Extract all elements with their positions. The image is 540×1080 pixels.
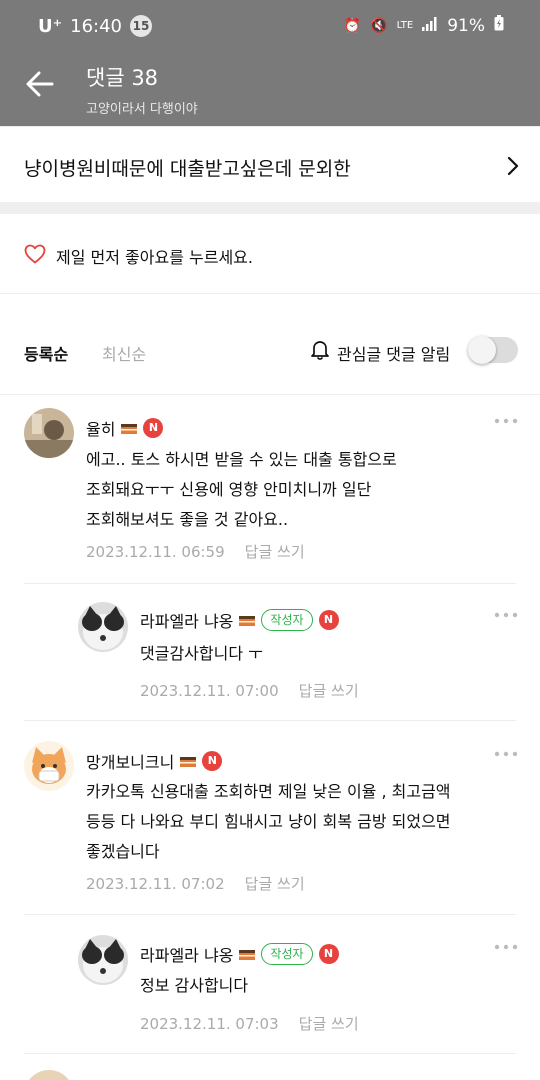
reply-button[interactable]: 답글 쓰기 [299, 1015, 359, 1033]
network-type: LTE [396, 20, 414, 31]
battery-icon [494, 15, 504, 36]
more-options-icon[interactable] [494, 751, 518, 757]
cake-icon [239, 616, 256, 626]
new-badge: N [318, 610, 339, 630]
comment-author-name[interactable]: 율히 [86, 416, 115, 440]
notification-count-badge: 15 [130, 15, 152, 37]
top-bar: U⁺ 16:40 15 ⏰ 🔇 LTE 91% 댓글 38 고양이라서 다행이야 [0, 0, 540, 126]
cake-icon [121, 424, 138, 434]
comment-item: 망개보니크니 N 카카오톡 신용대출 조회하면 제일 낮은 이율 , 최고금액 … [0, 721, 540, 915]
comment-date: 2023.12.11. 07:02 [86, 875, 225, 893]
chevron-right-icon [507, 156, 519, 176]
post-link[interactable]: 냥이병원비때문에 대출받고싶은데 문외한 [0, 126, 540, 202]
comment-notification-label: 관심글 댓글 알림 [337, 345, 451, 364]
sort-by-registered[interactable]: 등록순 [24, 341, 68, 365]
app-bar: 댓글 38 고양이라서 다행이야 [0, 54, 540, 126]
cake-icon [239, 950, 256, 960]
comment-text: 카카오톡 신용대출 조회하면 제일 낮은 이율 , 최고금액 등등 다 나와요 … [86, 777, 506, 867]
signal-icon [422, 16, 438, 36]
comment-author-name[interactable]: 라파엘라 냐옹 [140, 942, 233, 966]
battery-percent: 91% [447, 15, 485, 36]
more-options-icon[interactable] [494, 418, 518, 424]
reply-button[interactable]: 답글 쓰기 [245, 875, 305, 893]
avatar[interactable] [78, 935, 128, 985]
comment-line: 등등 다 나와요 부디 힘내시고 냥이 회복 금방 되었으면 [86, 812, 451, 831]
section-divider [0, 202, 540, 214]
status-bar: U⁺ 16:40 15 ⏰ 🔇 LTE 91% [0, 0, 540, 54]
avatar[interactable] [24, 408, 74, 458]
author-badge: 작성자 [261, 609, 313, 631]
comment-line: 카카오톡 신용대출 조회하면 제일 낮은 이율 , 최고금액 [86, 782, 451, 801]
back-button[interactable] [24, 68, 56, 100]
post-title: 냥이병원비때문에 대출받고싶은데 문외한 [24, 158, 351, 180]
like-row[interactable]: 제일 먼저 좋아요를 누르세요. [0, 214, 540, 294]
avatar[interactable] [24, 741, 74, 791]
clock: 16:40 [70, 15, 122, 37]
comment-date: 2023.12.11. 07:00 [140, 682, 279, 700]
toggle-knob [468, 336, 496, 364]
comment-date: 2023.12.11. 07:03 [140, 1015, 279, 1033]
back-arrow-icon [26, 71, 54, 97]
more-options-icon[interactable] [494, 944, 518, 950]
comment-line: 정보 감사합니다 [140, 976, 249, 995]
author-badge: 작성자 [261, 943, 313, 965]
new-badge: N [202, 751, 223, 771]
page-title: 댓글 38 [86, 66, 159, 90]
like-prompt: 제일 먼저 좋아요를 누르세요. [56, 248, 253, 267]
new-badge: N [318, 944, 339, 964]
sort-bar: 등록순 최신순 관심글 댓글 알림 [0, 295, 540, 395]
divider [24, 1053, 516, 1054]
comment-author-name[interactable]: 망개보니크니 [86, 749, 174, 773]
comment-text: 댓글감사합니다 ㅜ [140, 639, 500, 669]
comment-line: 에고.. 토스 하시면 받을 수 있는 대출 통합으로 [86, 450, 397, 469]
heart-icon [24, 244, 46, 264]
comment-line: 좋겠습니다 [86, 842, 160, 861]
comment-text: 정보 감사합니다 [140, 971, 500, 1001]
avatar[interactable] [24, 1070, 74, 1080]
sort-by-latest[interactable]: 최신순 [102, 341, 146, 365]
comment-line: 조회돼요ㅜㅜ 신용에 영향 안미치니까 일단 [86, 480, 372, 499]
comment-line: 조회해보셔도 좋을 것 같아요.. [86, 510, 289, 529]
reply-button[interactable]: 답글 쓰기 [245, 543, 305, 561]
alarm-icon: ⏰ [343, 17, 362, 34]
comment-date: 2023.12.11. 06:59 [86, 543, 225, 561]
bell-icon [311, 341, 329, 360]
comment-item: 율히 N 에고.. 토스 하시면 받을 수 있는 대출 통합으로 조회돼요ㅜㅜ … [0, 396, 540, 584]
avatar[interactable] [78, 602, 128, 652]
reply-button[interactable]: 답글 쓰기 [299, 682, 359, 700]
cake-icon [180, 757, 197, 767]
reply-comment-item: 라파엘라 냐옹 작성자 N 댓글감사합니다 ㅜ 2023.12.11. 07:0… [0, 584, 540, 721]
comment-notification-toggle[interactable] [468, 336, 518, 364]
reply-comment-item: 라파엘라 냐옹 작성자 N 정보 감사합니다 2023.12.11. 07:03… [0, 915, 540, 1055]
comment-author-name[interactable]: 라파엘라 냐옹 [140, 608, 233, 632]
more-options-icon[interactable] [494, 612, 518, 618]
comment-line: 댓글감사합니다 ㅜ [140, 644, 263, 663]
cafe-name: 고양이라서 다행이야 [86, 102, 198, 117]
carrier-label: U⁺ [38, 15, 63, 37]
new-badge: N [143, 418, 164, 438]
mute-icon: 🔇 [370, 17, 388, 34]
comment-text: 에고.. 토스 하시면 받을 수 있는 대출 통합으로 조회돼요ㅜㅜ 신용에 영… [86, 445, 496, 535]
